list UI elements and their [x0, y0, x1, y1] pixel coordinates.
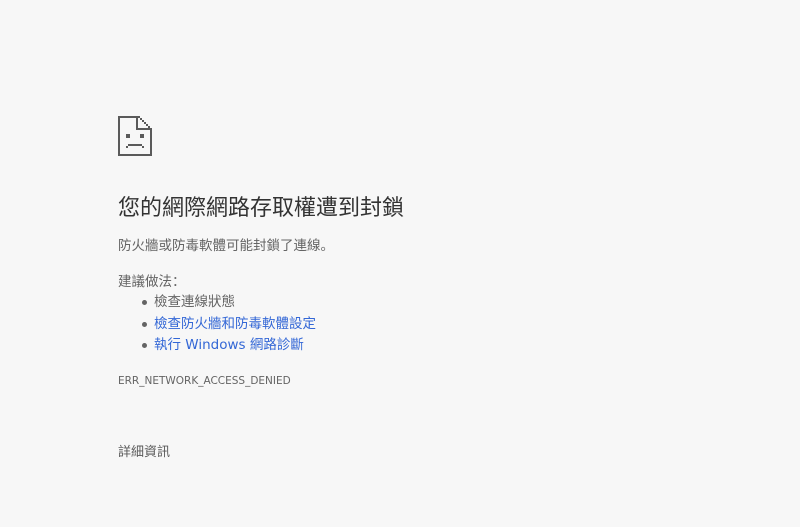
suggestion-check-firewall: 檢查防火牆和防毒軟體設定 [118, 314, 316, 336]
suggestions-list: 檢查連線狀態 檢查防火牆和防毒軟體設定 執行 Windows 網路診斷 [118, 292, 316, 357]
sad-document-icon [118, 116, 152, 156]
details-button[interactable]: 詳細資訊 [118, 444, 170, 462]
error-description: 防火牆或防毒軟體可能封鎖了連線。 [118, 238, 334, 254]
check-firewall-link[interactable]: 檢查防火牆和防毒軟體設定 [154, 316, 316, 332]
error-code: ERR_NETWORK_ACCESS_DENIED [118, 375, 291, 387]
suggestion-check-connection: 檢查連線狀態 [118, 292, 316, 314]
network-diagnostics-link[interactable]: 執行 Windows 網路診斷 [154, 337, 304, 353]
suggestion-label: 檢查連線狀態 [154, 294, 235, 310]
suggestions-heading: 建議做法： [118, 274, 186, 290]
suggestion-run-diagnostics: 執行 Windows 網路診斷 [118, 335, 316, 357]
page-title: 您的網際網路存取權遭到封鎖 [118, 196, 405, 221]
error-page: 您的網際網路存取權遭到封鎖 防火牆或防毒軟體可能封鎖了連線。 建議做法： 檢查連… [0, 0, 800, 527]
